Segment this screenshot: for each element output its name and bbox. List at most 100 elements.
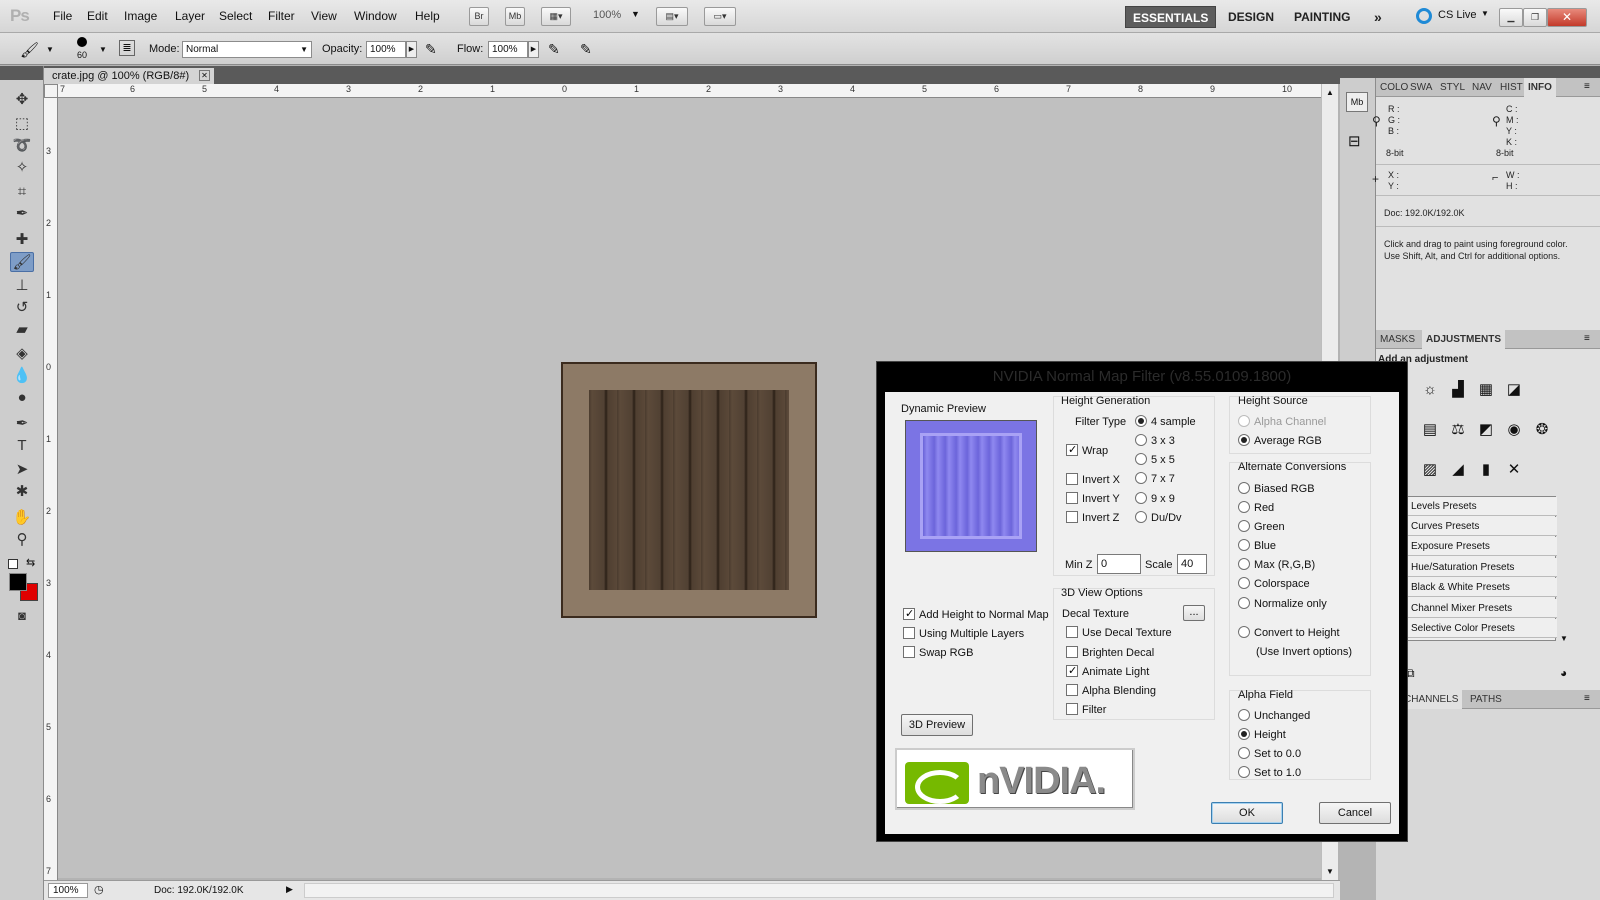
alpha-set-zero-radio[interactable]: Set to 0.0 bbox=[1238, 747, 1301, 761]
tab-styles[interactable]: STYL bbox=[1436, 78, 1469, 97]
workspace-design[interactable]: DESIGN bbox=[1221, 6, 1281, 28]
path-selection-tool-icon[interactable]: ➤ bbox=[10, 460, 34, 480]
minimize-icon[interactable]: ▁ bbox=[1499, 8, 1523, 27]
blur-tool-icon[interactable]: 💧 bbox=[10, 366, 34, 386]
average-rgb-radio[interactable]: Average RGB bbox=[1238, 434, 1322, 448]
dodge-tool-icon[interactable]: ● bbox=[10, 388, 34, 408]
photo-filter-icon[interactable]: ◉ bbox=[1504, 420, 1524, 440]
colorspace-radio[interactable]: Colorspace bbox=[1238, 577, 1310, 591]
list-item[interactable]: Selective Color Presets bbox=[1407, 619, 1557, 638]
menu-view[interactable]: View bbox=[311, 9, 337, 23]
red-radio[interactable]: Red bbox=[1238, 501, 1274, 515]
animate-light-checkbox[interactable]: Animate Light bbox=[1066, 664, 1149, 679]
airbrush-opacity-icon[interactable]: ✎ bbox=[425, 41, 437, 58]
multiple-layers-checkbox[interactable]: Using Multiple Layers bbox=[903, 627, 1024, 641]
zoom-level[interactable]: 100% bbox=[593, 9, 621, 21]
levels-icon[interactable]: ▟ bbox=[1448, 380, 1468, 400]
filter-dudv-radio[interactable]: Du/Dv bbox=[1135, 511, 1182, 525]
tab-paths[interactable]: PATHS bbox=[1466, 690, 1506, 709]
color-balance-icon[interactable]: ⚖ bbox=[1448, 420, 1468, 440]
filter-checkbox[interactable]: Filter bbox=[1066, 703, 1106, 717]
filter-7x7-radio[interactable]: 7 x 7 bbox=[1135, 472, 1175, 486]
screen-mode-icon[interactable]: ▭▾ bbox=[704, 7, 736, 26]
menu-window[interactable]: Window bbox=[354, 9, 397, 23]
normalize-only-radio[interactable]: Normalize only bbox=[1238, 597, 1327, 611]
menu-select[interactable]: Select bbox=[219, 9, 252, 23]
tablet-pressure-icon[interactable]: ✎ bbox=[580, 41, 592, 58]
menu-layer[interactable]: Layer bbox=[175, 9, 205, 23]
decal-browse-button[interactable]: ... bbox=[1183, 605, 1205, 621]
close-icon[interactable]: ✕ bbox=[1547, 8, 1587, 27]
eraser-tool-icon[interactable]: ▰ bbox=[10, 320, 34, 340]
mode-select[interactable]: Normal ▼ bbox=[182, 41, 312, 58]
alpha-height-radio[interactable]: Height bbox=[1238, 728, 1286, 742]
cs-live-menu[interactable]: CS Live bbox=[1438, 9, 1477, 21]
scale-input[interactable]: 40 bbox=[1177, 554, 1207, 574]
lasso-tool-icon[interactable]: ➰ bbox=[10, 136, 34, 156]
curves-icon[interactable]: ▦ bbox=[1476, 380, 1496, 400]
quick-mask-icon[interactable]: ◙ bbox=[10, 606, 34, 626]
filter-5x5-radio[interactable]: 5 x 5 bbox=[1135, 453, 1175, 467]
biased-rgb-radio[interactable]: Biased RGB bbox=[1238, 482, 1315, 496]
healing-brush-tool-icon[interactable]: ✚ bbox=[10, 230, 34, 250]
tab-histogram[interactable]: HIST bbox=[1496, 78, 1527, 97]
opacity-slider-button[interactable]: ▶ bbox=[406, 41, 417, 58]
menu-edit[interactable]: Edit bbox=[87, 9, 108, 23]
tools-panel-header[interactable] bbox=[0, 66, 43, 80]
gradient-map-icon[interactable]: ▮ bbox=[1476, 460, 1496, 480]
restore-icon[interactable]: ❐ bbox=[1523, 8, 1547, 27]
default-colors-icon[interactable] bbox=[8, 559, 18, 569]
ok-button[interactable]: OK bbox=[1211, 802, 1283, 824]
brighten-decal-checkbox[interactable]: Brighten Decal bbox=[1066, 646, 1154, 660]
menu-image[interactable]: Image bbox=[124, 9, 157, 23]
more-workspaces-icon[interactable]: » bbox=[1367, 6, 1389, 28]
invert-z-checkbox[interactable]: Invert Z bbox=[1066, 511, 1119, 525]
list-item[interactable]: Channel Mixer Presets bbox=[1407, 599, 1557, 618]
visibility-icon[interactable]: ◕ bbox=[1560, 666, 1567, 680]
custom-shape-tool-icon[interactable]: ✱ bbox=[10, 482, 34, 502]
brush-tool-icon[interactable]: 🖌 bbox=[10, 252, 34, 272]
alpha-channel-radio[interactable]: Alpha Channel bbox=[1238, 415, 1326, 429]
max-rgb-radio[interactable]: Max (R,G,B) bbox=[1238, 558, 1315, 572]
tab-adjustments[interactable]: ADJUSTMENTS bbox=[1422, 330, 1506, 349]
3d-preview-button[interactable]: 3D Preview bbox=[901, 714, 973, 736]
horizontal-ruler[interactable]: 7 6 5 4 3 2 1 0 1 2 3 4 5 6 7 8 9 10 bbox=[58, 84, 1325, 98]
hue-saturation-icon[interactable]: ▤ bbox=[1420, 420, 1440, 440]
arrange-documents-icon[interactable]: ▤▾ bbox=[656, 7, 688, 26]
marquee-tool-icon[interactable]: ⬚ bbox=[10, 114, 34, 134]
wrap-checkbox[interactable]: Wrap bbox=[1066, 443, 1108, 458]
workspace-essentials[interactable]: ESSENTIALS bbox=[1125, 6, 1217, 28]
opacity-input[interactable]: 100% bbox=[366, 41, 406, 58]
scroll-up-icon[interactable]: ▲ bbox=[1326, 88, 1334, 97]
paint-bucket-tool-icon[interactable]: ◈ bbox=[10, 344, 34, 364]
mini-bridge-button[interactable]: Mb bbox=[505, 7, 525, 26]
workspace-painting[interactable]: PAINTING bbox=[1287, 6, 1357, 28]
close-tab-icon[interactable]: ✕ bbox=[199, 70, 210, 81]
scroll-down-icon[interactable]: ▼ bbox=[1326, 867, 1334, 876]
add-height-checkbox[interactable]: Add Height to Normal Map bbox=[903, 607, 1049, 622]
ruler-origin[interactable] bbox=[44, 84, 58, 98]
chevron-down-icon[interactable]: ▼ bbox=[99, 45, 107, 54]
flow-slider-button[interactable]: ▶ bbox=[528, 41, 539, 58]
zoom-field[interactable]: 100% bbox=[48, 883, 88, 898]
exposure-icon[interactable]: ◪ bbox=[1504, 380, 1524, 400]
alpha-set-one-radio[interactable]: Set to 1.0 bbox=[1238, 766, 1301, 780]
tab-swatches[interactable]: SWA bbox=[1406, 78, 1436, 97]
cancel-button[interactable]: Cancel bbox=[1319, 802, 1391, 824]
move-tool-icon[interactable]: ✥ bbox=[10, 90, 34, 110]
horizontal-scrollbar[interactable] bbox=[304, 883, 1334, 898]
list-item[interactable]: Exposure Presets bbox=[1407, 537, 1557, 556]
zoom-tool-icon[interactable]: ⚲ bbox=[10, 530, 34, 550]
tab-navigator[interactable]: NAV bbox=[1468, 78, 1496, 97]
alpha-blending-checkbox[interactable]: Alpha Blending bbox=[1066, 684, 1156, 698]
menu-file[interactable]: File bbox=[53, 9, 72, 23]
brightness-icon[interactable]: ☼ bbox=[1420, 380, 1440, 400]
status-menu-icon[interactable]: ▶ bbox=[286, 884, 293, 895]
filter-9x9-radio[interactable]: 9 x 9 bbox=[1135, 492, 1175, 506]
brush-panel-icon[interactable]: ≣ bbox=[119, 40, 135, 56]
tab-masks[interactable]: MASKS bbox=[1376, 330, 1419, 349]
scroll-down-icon[interactable]: ▼ bbox=[1560, 634, 1568, 643]
invert-y-checkbox[interactable]: Invert Y bbox=[1066, 492, 1120, 506]
type-tool-icon[interactable]: T bbox=[10, 436, 34, 456]
status-info-icon[interactable]: ◷ bbox=[94, 883, 104, 896]
